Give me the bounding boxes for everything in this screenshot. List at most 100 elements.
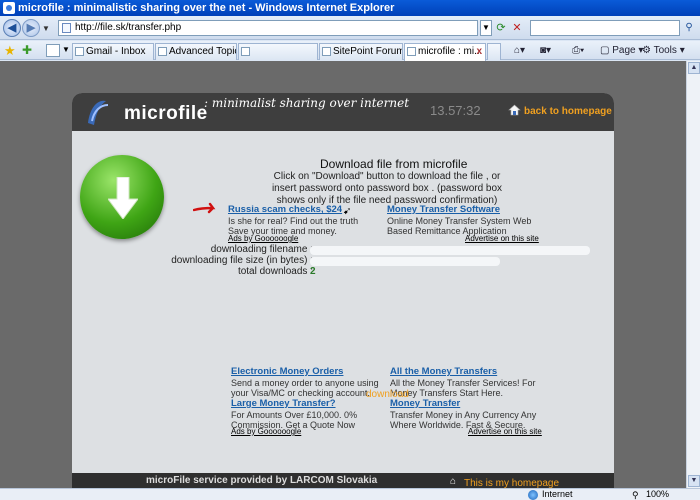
ad-money-transfer[interactable]: Money Transfer Transfer Money in Any Cur… <box>390 399 540 431</box>
download-title: Download file from microfile <box>320 157 468 171</box>
advertise-on-site-link-bottom[interactable]: Advertise on this site <box>468 427 542 436</box>
ad-electronic-money-orders[interactable]: Electronic Money Orders Send a money ord… <box>231 367 381 399</box>
advertise-on-site-link[interactable]: Advertise on this site <box>465 234 539 243</box>
filesize-value-redacted <box>310 257 500 266</box>
tab-list-dropdown-icon[interactable]: ▼ <box>62 45 70 54</box>
add-favorites-icon[interactable]: ✚ <box>22 43 32 57</box>
tab-label: microfile : mi... <box>418 46 483 57</box>
new-tab-button[interactable] <box>487 43 501 60</box>
ads-by-google-link[interactable]: Ads by Goooooogle <box>228 234 298 243</box>
download-arrow-icon <box>108 177 138 219</box>
total-downloads-value: 2 <box>310 266 316 277</box>
page-icon <box>62 23 71 33</box>
zoom-level-label: 100% <box>646 489 670 499</box>
ad-all-money-transfers[interactable]: All the Money Transfers All the Money Tr… <box>390 367 540 399</box>
footer-credit: microFile service provided by LARCOM Slo… <box>146 475 378 486</box>
file-info-labels: downloading filename : downloading file … <box>168 244 313 277</box>
ad-body: Online Money Transfer System Web Based R… <box>387 216 532 236</box>
ad-body: Send a money order to anyone using your … <box>231 378 379 398</box>
ad-title-link[interactable]: Money Transfer <box>390 399 540 409</box>
window-title-bar: microfile : minimalistic sharing over th… <box>0 0 700 16</box>
ad-money-transfer-software[interactable]: Money Transfer Software Online Money Tra… <box>387 205 537 237</box>
ad-title-link[interactable]: Money Transfer Software <box>387 205 537 215</box>
globe-icon <box>528 490 538 500</box>
print-icon[interactable]: ⎙▾ <box>572 44 584 57</box>
address-toolbar: ◀ ▶ ▼ http://file.sk/transfer.php ▼ ⟳ ✕ … <box>0 16 700 40</box>
zoom-icon: ⚲ <box>632 490 639 500</box>
mouse-cursor-icon: ➹ <box>343 206 352 217</box>
refresh-icon[interactable]: ⟳ <box>494 20 508 36</box>
red-arrow-icon <box>193 202 216 214</box>
tab-label: SitePoint Forums... <box>333 46 402 57</box>
download-button[interactable] <box>80 155 164 239</box>
address-dropdown-icon[interactable]: ▼ <box>480 20 492 36</box>
tab-page-icon <box>407 47 416 56</box>
security-zone-label: Internet <box>542 489 573 499</box>
scroll-down-icon[interactable]: ▼ <box>688 475 700 487</box>
tab-advanced-topics[interactable]: Advanced Topics... <box>155 43 237 60</box>
ad-body: Is she for real? Find out the truth Save… <box>228 216 359 236</box>
filename-value-redacted <box>310 246 590 255</box>
house-icon: ⌂ <box>450 476 457 487</box>
search-icon[interactable]: ⚲ <box>682 20 696 36</box>
address-input[interactable]: http://file.sk/transfer.php <box>58 20 478 36</box>
close-tab-icon[interactable]: x <box>476 44 482 59</box>
quick-tabs-icon[interactable] <box>46 44 60 57</box>
tab-page-icon <box>158 47 167 56</box>
home-icon[interactable]: ⌂▾ <box>514 44 525 57</box>
filesize-label: downloading file size (in bytes) : <box>171 255 313 266</box>
filename-label: downloading filename : <box>210 244 313 255</box>
site-logo-text[interactable]: microfile <box>124 103 208 125</box>
ad-title-link[interactable]: All the Money Transfers <box>390 367 540 377</box>
tab-gmail[interactable]: Gmail - Inbox <box>72 43 154 60</box>
clock-display: 13.57:32 <box>430 103 481 118</box>
tab-blank[interactable] <box>238 43 318 60</box>
forward-button[interactable]: ▶ <box>22 19 40 37</box>
back-to-homepage-link[interactable]: back to homepage <box>508 104 612 117</box>
vertical-scrollbar[interactable]: ▲ ▼ <box>686 61 700 488</box>
scroll-up-icon[interactable]: ▲ <box>688 62 700 74</box>
ie-icon <box>3 2 15 14</box>
back-to-homepage-label: back to homepage <box>524 106 612 117</box>
tools-menu[interactable]: ⚙ Tools ▾ <box>642 44 685 57</box>
tab-label: Gmail - Inbox <box>86 46 146 57</box>
window-title: microfile : minimalistic sharing over th… <box>18 2 395 14</box>
tab-bar: ★ ✚ ▼ Gmail - Inbox Advanced Topics... S… <box>0 41 700 61</box>
security-zone[interactable]: Internet <box>528 489 573 500</box>
house-icon <box>508 104 521 116</box>
tab-page-icon <box>75 47 84 56</box>
tools-menu-label: Tools <box>653 45 677 56</box>
stop-icon[interactable]: ✕ <box>510 20 524 36</box>
footer-homepage-label: This is my homepage <box>464 478 560 488</box>
site-header: microfile : minimalist sharing over inte… <box>72 93 614 131</box>
ad-large-money-transfer[interactable]: Large Money Transfer? For Amounts Over £… <box>231 399 381 431</box>
ad-title-link[interactable]: Large Money Transfer? <box>231 399 381 409</box>
page-viewport: microfile : minimalist sharing over inte… <box>0 61 686 488</box>
ad-body: All the Money Transfer Services! For Mon… <box>390 378 536 398</box>
favorites-star-icon[interactable]: ★ <box>4 43 16 59</box>
address-url: http://file.sk/transfer.php <box>75 22 182 33</box>
tab-label: Advanced Topics... <box>169 46 236 57</box>
tab-page-icon <box>241 47 250 56</box>
ads-by-google-link-bottom[interactable]: Ads by Goooooogle <box>231 427 301 436</box>
back-button[interactable]: ◀ <box>3 19 21 37</box>
ad-russia-scam[interactable]: Russia scam checks, $24 Is she for real?… <box>228 205 378 237</box>
search-input[interactable] <box>530 20 680 36</box>
microfile-logo-icon <box>88 100 109 125</box>
feeds-icon[interactable]: ◙▾ <box>540 44 551 57</box>
status-bar: Internet ⚲ 100% <box>0 488 700 500</box>
ad-title-link[interactable]: Russia scam checks, $24 <box>228 205 378 215</box>
zoom-level[interactable]: ⚲ 100% <box>632 489 669 500</box>
page-menu-label: Page <box>612 45 636 56</box>
tab-page-icon <box>322 47 331 56</box>
total-downloads-label: total downloads : <box>237 266 313 277</box>
tab-microfile[interactable]: microfile : mi... x <box>404 43 486 61</box>
total-downloads-count: 2 <box>310 266 316 277</box>
tab-sitepoint[interactable]: SitePoint Forums... <box>319 43 403 60</box>
ad-title-link[interactable]: Electronic Money Orders <box>231 367 381 377</box>
download-instructions: Click on "Download" button to download t… <box>271 171 503 206</box>
recent-pages-dropdown-icon[interactable]: ▼ <box>42 24 50 33</box>
site-tagline: : minimalist sharing over internet <box>204 96 410 110</box>
footer-homepage-link[interactable]: ⌂ This is my homepage <box>450 476 560 488</box>
page-menu[interactable]: ▢ Page ▾ <box>600 44 643 57</box>
